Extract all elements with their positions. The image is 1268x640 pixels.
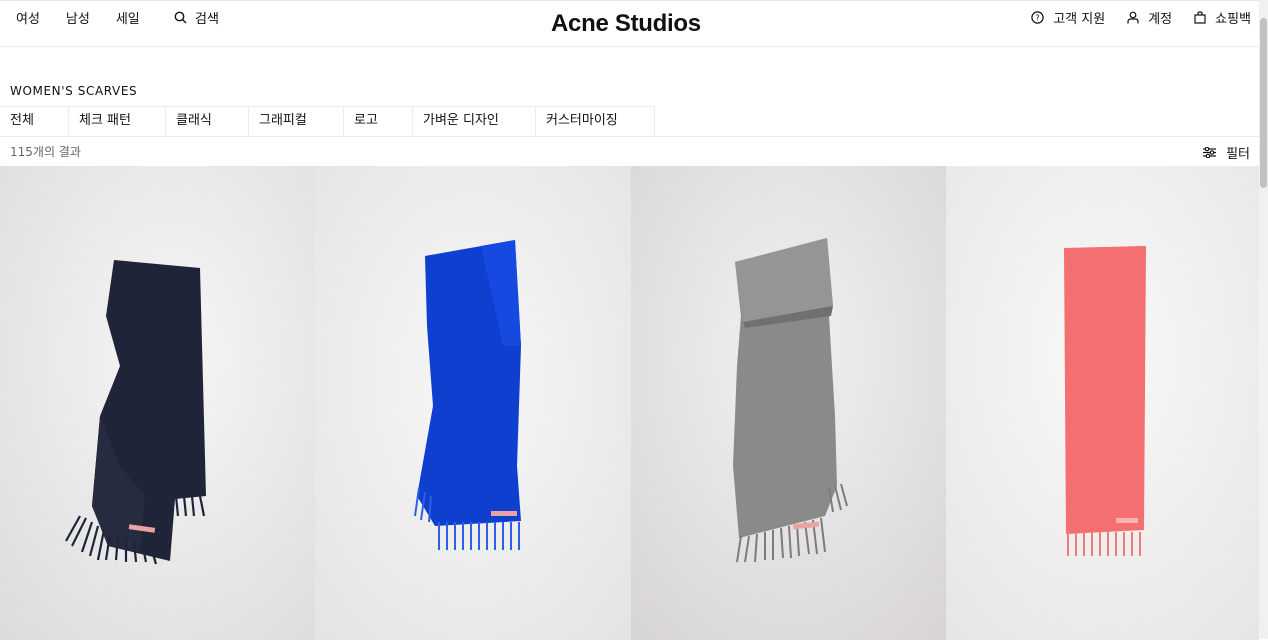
svg-text:?: ?: [1036, 14, 1040, 23]
product-card[interactable]: [631, 166, 946, 640]
nav-sale[interactable]: 세일: [116, 8, 140, 27]
nav-women[interactable]: 여성: [16, 8, 40, 27]
results-bar: 115개의 결과 필터: [0, 136, 1259, 167]
tab-classic[interactable]: 클래식: [166, 107, 249, 136]
search-label: 검색: [195, 12, 219, 27]
user-icon: [1127, 11, 1139, 24]
main-nav: 여성 남성 세일: [16, 8, 166, 27]
account-label: 계정: [1148, 12, 1173, 27]
filter-label: 필터: [1226, 147, 1250, 162]
bag-label: 쇼핑백: [1215, 12, 1251, 27]
support-label: 고객 지원: [1053, 12, 1106, 27]
product-card[interactable]: [0, 166, 315, 640]
brand-logo[interactable]: Acne Studios: [551, 10, 701, 38]
product-card[interactable]: [315, 166, 631, 640]
tab-graphical[interactable]: 그래피컬: [249, 107, 344, 136]
category-tabs: 전체 체크 패턴 클래식 그래피컬 로고 가벼운 디자인 커스터마이징: [0, 106, 655, 137]
page-scrollbar[interactable]: [1259, 0, 1268, 639]
scrollbar-thumb[interactable]: [1260, 18, 1267, 188]
results-count: 115개의 결과: [10, 145, 81, 159]
search-icon: [174, 11, 187, 24]
search-button[interactable]: 검색: [174, 8, 219, 27]
utility-nav: ? 고객 지원 계정 쇼핑백: [1009, 8, 1251, 27]
tab-customizing[interactable]: 커스터마이징: [536, 107, 655, 136]
filter-button[interactable]: 필터: [1203, 143, 1250, 162]
sliders-icon: [1203, 147, 1217, 158]
product-card[interactable]: [946, 166, 1259, 640]
product-grid: [0, 166, 1259, 640]
grey-scarf-image: [631, 166, 946, 640]
site-header: 여성 남성 세일 검색 Acne Studios ? 고객 지원 계정 쇼핑백: [0, 1, 1259, 47]
tab-logo[interactable]: 로고: [344, 107, 413, 136]
tab-all[interactable]: 전체: [0, 107, 69, 136]
page-title: WOMEN'S SCARVES: [10, 84, 138, 98]
blue-scarf-image: [315, 166, 631, 640]
nav-men[interactable]: 남성: [66, 8, 90, 27]
customer-support-link[interactable]: ? 고객 지원: [1031, 8, 1105, 27]
tab-lightweight[interactable]: 가벼운 디자인: [413, 107, 536, 136]
account-link[interactable]: 계정: [1127, 8, 1172, 27]
pink-scarf-image: [946, 166, 1259, 640]
navy-scarf-image: [0, 166, 315, 640]
page: 여성 남성 세일 검색 Acne Studios ? 고객 지원 계정 쇼핑백 …: [0, 0, 1259, 640]
bag-icon: [1194, 11, 1206, 24]
tab-check[interactable]: 체크 패턴: [69, 107, 166, 136]
shopping-bag-link[interactable]: 쇼핑백: [1194, 8, 1251, 27]
help-icon: ?: [1031, 11, 1044, 24]
